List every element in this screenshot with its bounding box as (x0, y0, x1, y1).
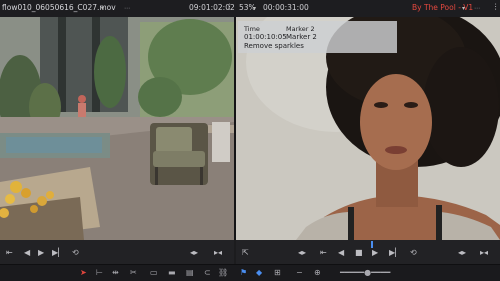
timeline-options-icon[interactable]: ⋮ (492, 2, 500, 12)
chevron-down-icon[interactable]: ▾ (253, 4, 256, 14)
trim-icon[interactable]: ⊢ (96, 268, 103, 277)
zoom-slider-icon[interactable]: ━━━━━●━━━━ (340, 268, 390, 277)
chevron-down-icon[interactable]: ▾ (101, 4, 104, 14)
step-back-icon[interactable]: ⇤ (320, 248, 327, 257)
play-icon[interactable]: ▶ (372, 248, 378, 257)
position-lock-icon[interactable]: ⊞ (274, 268, 281, 277)
marker-time-label: Time (244, 25, 260, 33)
edit-toolbar: ➤ ⊢ ⇹ ✂ ▭ ▬ ▤ ⊂ ⛓ ⚑ ◆ ⊞ − ⊕ ━━━━━●━━━━ (0, 264, 500, 281)
playhead-icon[interactable] (371, 241, 373, 248)
source-viewer[interactable] (0, 17, 234, 240)
snapping-icon[interactable]: ⊂ (204, 268, 211, 277)
timeline-transport: ⇱ ◂▸ ⇤ ◀ ■ ▶ ▶▏ ⟲ ◂▸ ▸◂ (236, 240, 500, 264)
viewer-options-icon[interactable]: ⋯ (474, 4, 480, 14)
step-back-icon[interactable]: ◀ (24, 248, 30, 257)
loop-icon[interactable]: ⟲ (410, 248, 417, 257)
in-point-icon[interactable]: ⇤ (6, 248, 13, 257)
in-mark-icon[interactable]: ◂▸ (190, 248, 198, 257)
in-mark-icon[interactable]: ◂▸ (458, 248, 466, 257)
step-forward-icon[interactable]: ▶▏ (52, 248, 64, 257)
in-point-icon[interactable]: ◂▸ (298, 248, 306, 257)
source-options-icon[interactable]: ⋮ (226, 2, 234, 12)
marker-name-value: Marker 2 (286, 33, 317, 41)
step-back-icon[interactable]: ◀ (338, 248, 344, 257)
marker-time-value: 01:00:10:05 (244, 33, 287, 41)
viewer-header: flow010_06050616_C027.mov ▾ ⋯ 09:01:02:0… (0, 0, 500, 18)
insert-icon[interactable]: ▭ (150, 268, 158, 277)
zoom-out-icon[interactable]: − (296, 268, 303, 277)
courtyard-image (0, 17, 234, 240)
timeline-timecode: 00:00:31:00 (263, 3, 309, 12)
loop-icon[interactable]: ⟲ (72, 248, 79, 257)
dynamic-trim-icon[interactable]: ⇹ (112, 268, 119, 277)
pointer-icon[interactable]: ➤ (80, 268, 87, 277)
marker-popup[interactable]: Time Marker 2 01:00:10:05 Marker 2 Remov… (238, 21, 397, 53)
step-forward-icon[interactable]: ▶▏ (389, 248, 401, 257)
overwrite-icon[interactable]: ▬ (168, 268, 176, 277)
chevron-down-icon[interactable]: ▾ (462, 4, 465, 14)
flag-icon[interactable]: ⚑ (240, 268, 247, 277)
stop-icon[interactable]: ■ (355, 248, 363, 257)
match-frame-icon[interactable]: ⇱ (242, 248, 249, 257)
marker-note: Remove sparkles (244, 42, 304, 50)
timeline-viewer[interactable]: Time Marker 2 01:00:10:05 Marker 2 Remov… (236, 17, 500, 240)
replace-icon[interactable]: ▤ (186, 268, 194, 277)
source-transport: ⇤ ◀ ▶ ▶▏ ⟲ ◂▸ ▸◂ (0, 240, 234, 264)
link-icon[interactable]: ⛓ (218, 268, 228, 277)
out-mark-icon[interactable]: ▸◂ (214, 248, 222, 257)
zoom-in-icon[interactable]: ⊕ (314, 268, 321, 277)
marker-icon[interactable]: ◆ (256, 268, 262, 277)
source-clip-name[interactable]: flow010_06050616_C027.mov (2, 3, 116, 13)
blade-icon[interactable]: ✂ (130, 268, 137, 277)
play-icon[interactable]: ▶ (38, 248, 44, 257)
out-mark-icon[interactable]: ▸◂ (480, 248, 488, 257)
viewer-options-icon[interactable]: ⋯ (124, 4, 130, 14)
marker-name-label: Marker 2 (286, 25, 315, 33)
